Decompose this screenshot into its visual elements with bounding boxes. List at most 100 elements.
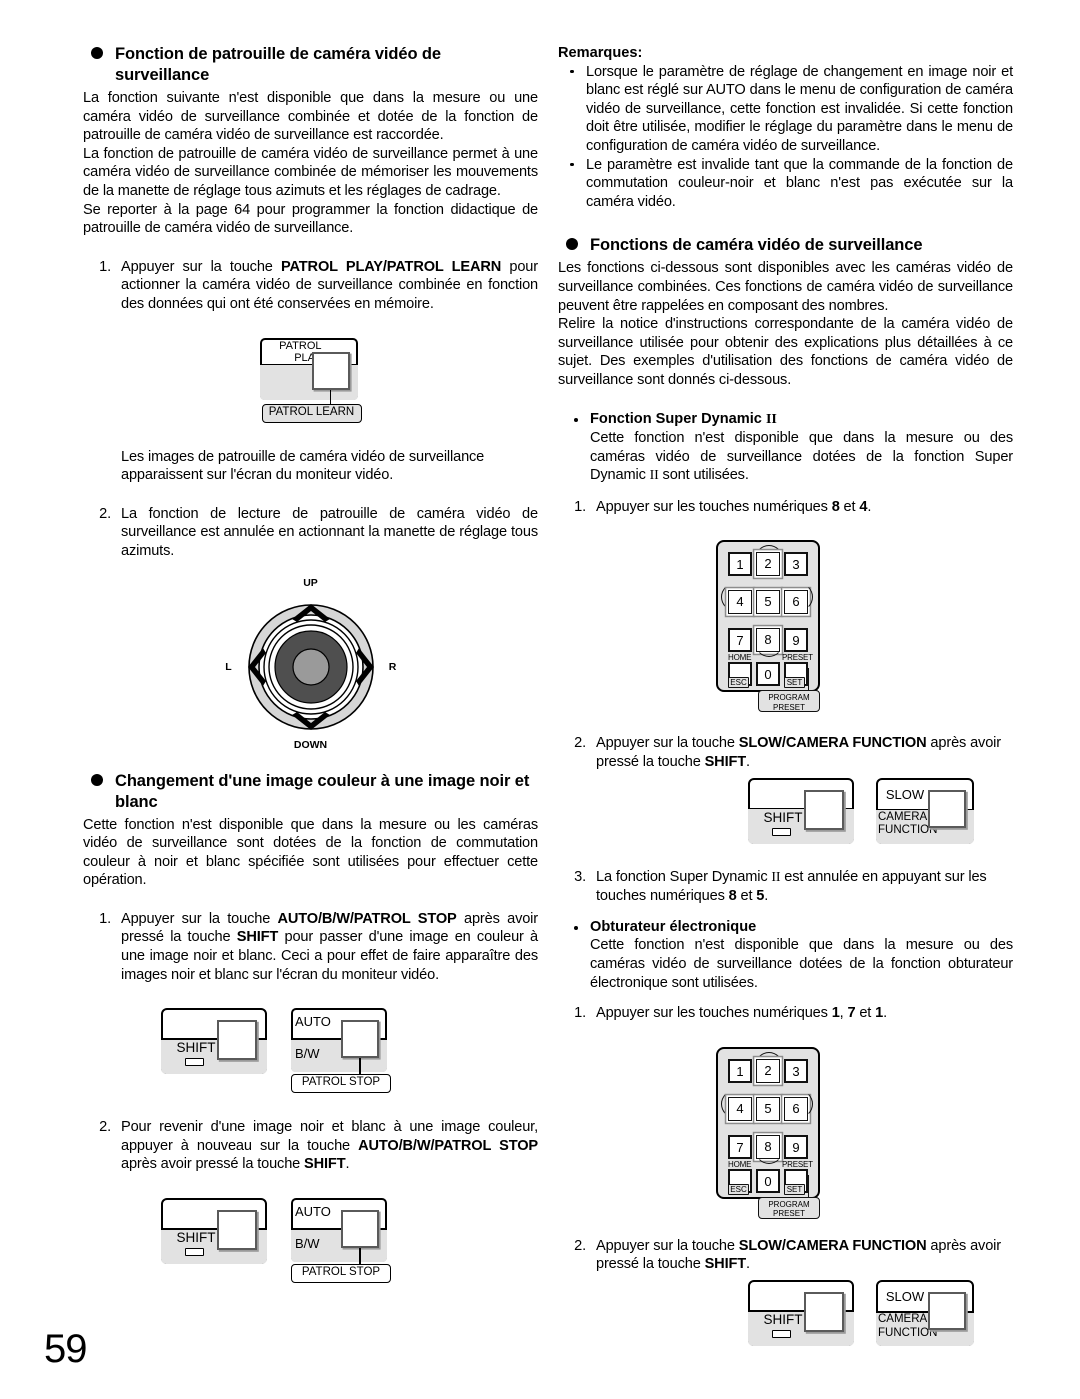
section-heading-bw-text: Changement d'une image couleur à une ima…	[115, 771, 530, 811]
keypad-key-5-a[interactable]: 5	[756, 590, 780, 615]
bw-step-2-text-d: .	[345, 1156, 350, 1173]
keypad-key-4-b[interactable]: 4	[728, 1096, 752, 1121]
shift-led-indicator-3	[772, 827, 791, 836]
keypad-key-3-a[interactable]: 3	[784, 552, 808, 577]
patrol-step-1-keyname: PATROL PLAY/PATROL LEARN	[280, 258, 502, 275]
obturateur-step-2-d: .	[746, 1256, 750, 1273]
patrol-play-button[interactable]: PATROL PLAY PATROL LEARN	[259, 337, 362, 424]
section-heading-patrol-text: Fonction de patrouille de caméra vidéo d…	[115, 45, 441, 84]
super-dynamic-step-1-b: et	[839, 498, 860, 515]
slow-label-1: SLOW	[885, 786, 925, 802]
bullet-dot-icon-2	[570, 162, 574, 167]
numeric-keypad-2[interactable]: 1 2 3 4 5 6 7 8 9 HOME ESC 0 PRESET SET …	[716, 1046, 832, 1219]
joystick-label-right: R	[388, 660, 397, 673]
keypad-callout-leader-a	[808, 668, 810, 693]
section-heading-camera-functions-text: Fonctions de caméra vidéo de surveillanc…	[590, 236, 923, 255]
obturateur-step-2-key-2: SHIFT	[704, 1256, 747, 1273]
keypad-callout-leader-b	[808, 1174, 810, 1199]
shift-button-3[interactable]: SHIFT	[748, 777, 854, 844]
joystick-label-left: L	[225, 660, 232, 673]
bw-step-1: 1. Appuyer sur la touche AUTO/B/W/PATROL …	[83, 910, 538, 984]
patrol-step-2-number: 2.	[99, 505, 111, 522]
patrol-step-2: 2. La fonction de lecture de patrouille d…	[83, 505, 538, 561]
remarque-item-1: Lorsque le paramètre de réglage de chang…	[558, 63, 1013, 156]
keypad-key-9-a[interactable]: 9	[784, 628, 808, 653]
obturateur-step-2-a: Appuyer sur la touche	[596, 1237, 739, 1254]
patrol-stop-caption-1: PATROL STOP	[291, 1074, 391, 1094]
obturateur-step-1: 1. Appuyer sur les touches numériques 1, …	[558, 1004, 1013, 1023]
auto-keycap-2[interactable]	[341, 1210, 379, 1249]
bw-step-2-keyname-1: AUTO/B/W/PATROL STOP	[358, 1137, 539, 1154]
joystick-figure: UP DOWN L R	[83, 577, 538, 755]
bullet-dot-icon-3	[574, 417, 578, 422]
keypad-key-7-a[interactable]: 7	[728, 628, 752, 653]
keypad-key-0-b[interactable]: 0	[756, 1168, 780, 1193]
bw-step-2-text-c: après avoir pressé la touche	[121, 1156, 305, 1173]
shift-button-2[interactable]: SHIFT	[161, 1198, 267, 1265]
slow-label-2: SLOW	[885, 1289, 925, 1304]
obturateur-step-2: 2. Appuyer sur la touche SLOW/CAMERA FUNC…	[558, 1237, 1013, 1274]
shift-keycap-1[interactable]	[217, 1020, 257, 1061]
shift-button-4[interactable]: SHIFT	[748, 1280, 854, 1346]
slow-camera-function-button-2[interactable]: SLOW CAMERA FUNCTION	[876, 1280, 974, 1346]
slow-keycap-2[interactable]	[928, 1292, 966, 1330]
keypad-home-label-a: HOME	[728, 653, 752, 663]
keypad-key-1-b[interactable]: 1	[728, 1058, 752, 1083]
filled-circle-bullet-icon	[91, 47, 103, 59]
all-direction-joystick[interactable]: UP DOWN L R	[221, 577, 401, 755]
keypad-esc-tag-a: ESC	[728, 677, 749, 689]
shift-auto-figure-1: SHIFT AUTO B/W PATROL STOP	[83, 1008, 538, 1094]
keypad-figure-2: 1 2 3 4 5 6 7 8 9 HOME ESC 0 PRESET SET …	[558, 1046, 1013, 1219]
super-dynamic-step-1-c: .	[867, 498, 872, 515]
patrol-paragraph-3: Se reporter à la page 64 pour programmer…	[83, 201, 538, 237]
keypad-arc-right-b	[785, 1089, 813, 1118]
keypad-key-7-b[interactable]: 7	[728, 1134, 752, 1159]
keypad-key-3-b[interactable]: 3	[784, 1058, 808, 1083]
keypad-key-1-a[interactable]: 1	[728, 552, 752, 577]
remarque-item-1-text: Lorsque le paramètre de réglage de chang…	[586, 63, 1013, 154]
super-dynamic-step-2: 2. Appuyer sur la touche SLOW/CAMERA FUNC…	[558, 734, 1013, 771]
camera-function-label-2: CAMERA FUNCTION	[878, 1313, 938, 1340]
patrol-after-figure-text-value: Les images de patrouille de caméra vidéo…	[121, 448, 485, 484]
obturateur-step-1-number: 1.	[574, 1005, 586, 1022]
keypad-key-5-b[interactable]: 5	[756, 1096, 780, 1121]
super-dynamic-heading-text: Fonction Super Dynamic	[590, 410, 766, 427]
auto-bw-patrol-stop-button-1[interactable]: AUTO B/W PATROL STOP	[291, 1008, 391, 1094]
shift-led-indicator-1	[185, 1058, 204, 1067]
shift-led-indicator-4	[772, 1330, 791, 1338]
shift-auto-figure-2: SHIFT AUTO B/W PATROL STOP	[83, 1198, 538, 1284]
keypad-key-0-a[interactable]: 0	[756, 662, 780, 687]
keypad-key-4-a[interactable]: 4	[728, 590, 752, 615]
auto-keycap-1[interactable]	[341, 1020, 379, 1059]
shift-keycap-2[interactable]	[217, 1210, 257, 1251]
keypad-key-2-a[interactable]: 2	[756, 552, 780, 577]
shift-slow-figure-2: SHIFT SLOW CAMERA FUNCTION	[558, 1280, 1013, 1346]
slow-camera-function-button-1[interactable]: SLOW CAMERA FUNCTION	[876, 777, 974, 844]
camera-function-label-2-line2: FUNCTION	[878, 1326, 938, 1339]
patrol-step-2-text: La fonction de lecture de patrouille de …	[121, 505, 538, 559]
patrol-play-keycap[interactable]	[311, 351, 350, 390]
keypad-set-tag-b: SET	[784, 1183, 805, 1195]
super-dynamic-step-3-c: et	[736, 888, 757, 905]
super-dynamic-step-1-a: Appuyer sur les touches numériques	[596, 498, 832, 515]
super-dynamic-step-2-key-1: SLOW/CAMERA FUNCTION	[738, 735, 927, 752]
keypad-key-2-b[interactable]: 2	[756, 1058, 780, 1083]
filled-circle-bullet-icon-2	[91, 773, 103, 786]
super-dynamic-step-2-d: .	[746, 754, 750, 771]
left-column: Fonction de patrouille de caméra vidéo d…	[83, 44, 538, 1284]
shift-button-1[interactable]: SHIFT	[161, 1008, 267, 1075]
obturateur-step-1-c: et	[855, 1005, 876, 1022]
patrol-button-figure: PATROL PLAY PATROL LEARN	[83, 337, 538, 424]
numeric-keypad-1[interactable]: 1 2 3 4 5 6 7 8 9 HOME ESC 0 PRESET SET …	[716, 540, 832, 713]
remarque-item-2-text: Le paramètre est invalide tant que la co…	[586, 156, 1013, 210]
bw-step-2-keyname-2: SHIFT	[304, 1156, 346, 1173]
camera-functions-paragraph-1: Les fonctions ci-dessous sont disponible…	[558, 260, 1013, 314]
auto-label-1: AUTO	[295, 1014, 331, 1030]
auto-bw-patrol-stop-button-2[interactable]: AUTO B/W PATROL STOP	[291, 1198, 391, 1284]
shift-keycap-3[interactable]	[804, 789, 844, 830]
keypad-key-9-b[interactable]: 9	[784, 1134, 808, 1159]
shift-keycap-4[interactable]	[804, 1292, 844, 1332]
obturateur-step-1-a: Appuyer sur les touches numériques	[596, 1005, 832, 1022]
slow-keycap-1[interactable]	[928, 789, 966, 828]
bw-step-2-number: 2.	[99, 1119, 111, 1136]
